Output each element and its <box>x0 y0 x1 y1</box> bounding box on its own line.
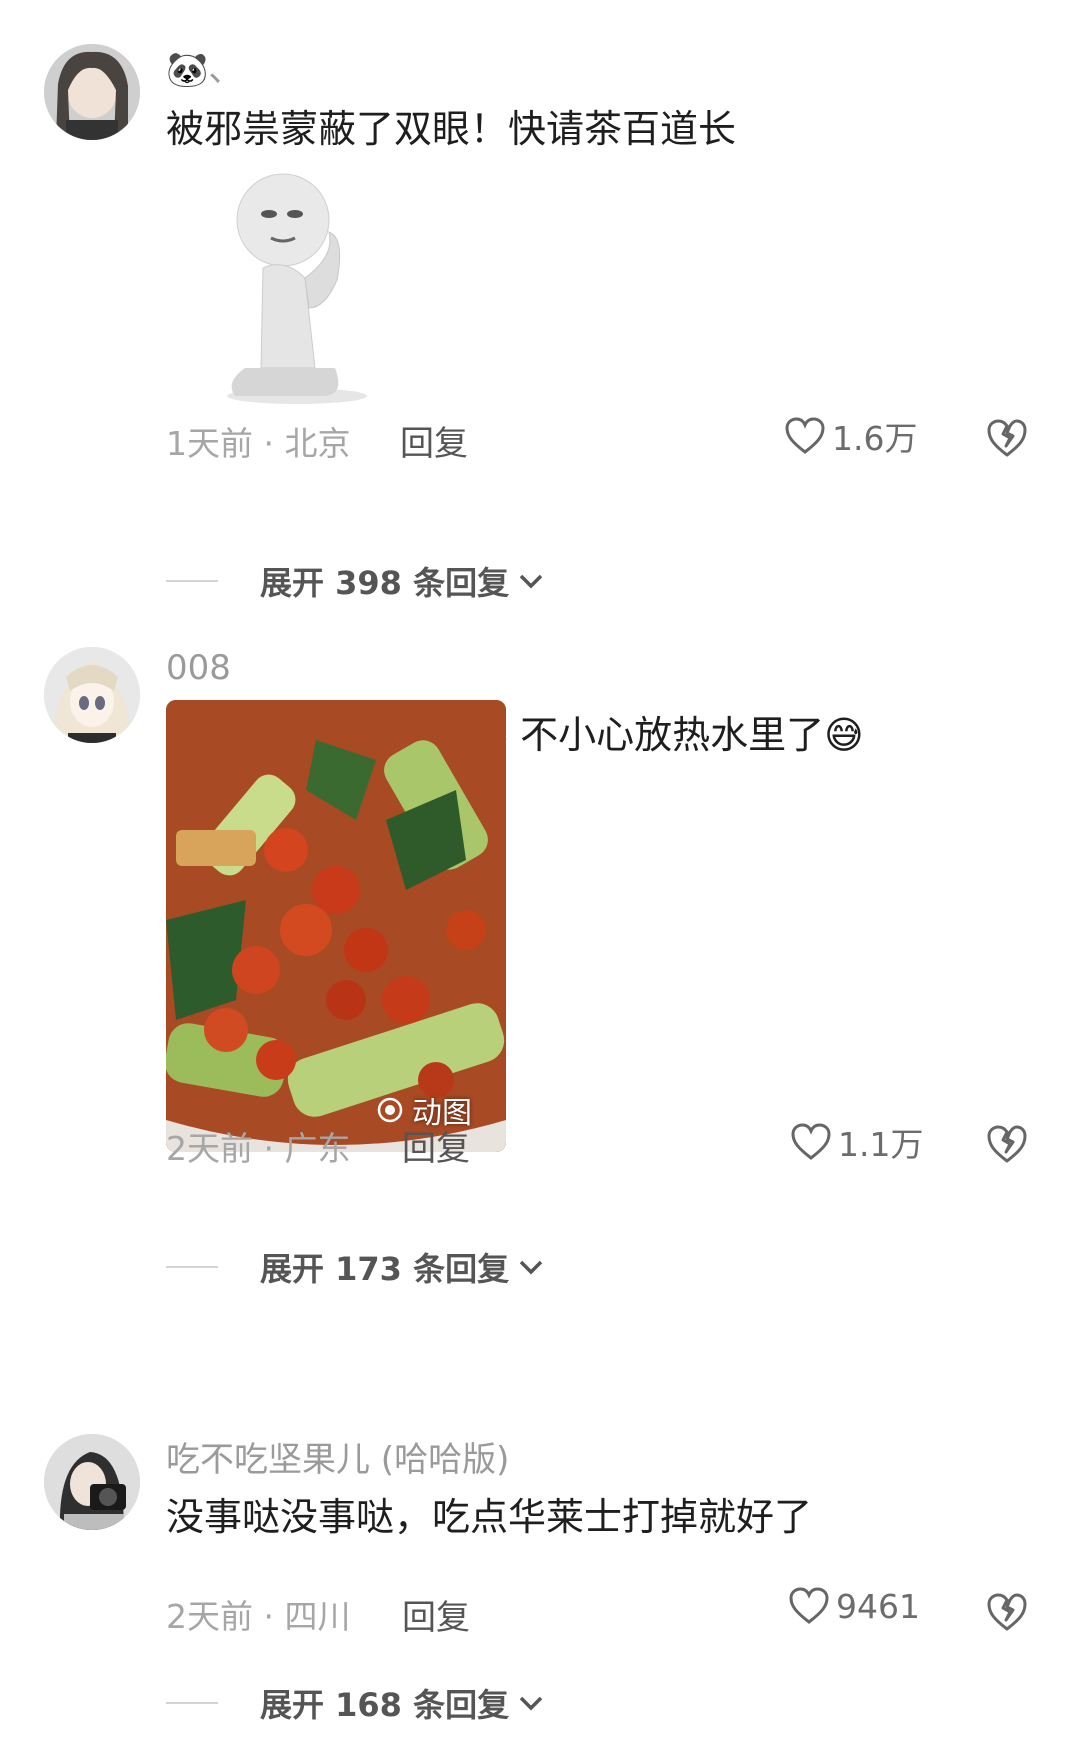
broken-heart-icon[interactable] <box>985 1122 1029 1166</box>
chevron-down-icon <box>519 1696 543 1711</box>
like-count: 1.1万 <box>838 1125 924 1164</box>
broken-heart-icon[interactable] <box>985 416 1029 460</box>
expand-replies-button[interactable]: 展开 173 条回复 <box>166 1244 545 1290</box>
reply-button[interactable]: 回复 <box>402 1121 470 1170</box>
divider <box>166 580 218 582</box>
chevron-down-icon <box>519 1260 543 1275</box>
expand-replies-label: 展开 173 条回复 <box>260 1250 510 1288</box>
expand-replies-button[interactable]: 展开 398 条回复 <box>166 558 545 604</box>
user-avatar[interactable] <box>44 44 140 140</box>
divider <box>166 1266 218 1268</box>
comment-text: 被邪祟蒙蔽了双眼！快请茶百道长 <box>166 107 737 151</box>
user-avatar[interactable] <box>44 647 140 743</box>
heart-icon <box>785 417 825 454</box>
reply-button[interactable]: 回复 <box>400 416 468 465</box>
expand-replies-button[interactable]: 展开 168 条回复 <box>166 1680 545 1726</box>
comment-item: 008 买一斤小龙虾回来养 不小心放热水里了😅 动图 2天前 · 广东 回复 1… <box>0 600 1080 1380</box>
broken-heart-icon[interactable] <box>985 1590 1029 1634</box>
comment-meta: 1天前 · 北京 <box>166 424 351 463</box>
gif-indicator-icon <box>377 1097 403 1123</box>
expand-replies-label: 展开 398 条回复 <box>260 564 510 602</box>
like-button[interactable]: 1.1万 <box>790 1118 923 1166</box>
like-button[interactable]: 1.6万 <box>784 412 917 460</box>
heart-icon <box>791 1123 831 1160</box>
like-button[interactable]: 9461 <box>788 1586 920 1626</box>
user-avatar[interactable] <box>44 1434 140 1530</box>
comment-meta: 2天前 · 广东 <box>166 1129 351 1168</box>
divider <box>166 1702 218 1704</box>
like-count: 9461 <box>836 1586 920 1626</box>
expand-replies-label: 展开 168 条回复 <box>260 1686 510 1724</box>
username[interactable]: 吃不吃坚果儿 (哈哈版) <box>166 1432 509 1481</box>
username[interactable]: 🐼、 <box>166 42 242 91</box>
gif-image[interactable]: 动图 <box>166 700 506 1152</box>
like-count: 1.6万 <box>832 419 918 458</box>
reply-button[interactable]: 回复 <box>402 1590 470 1639</box>
heart-icon <box>789 1587 829 1624</box>
comment-meta: 2天前 · 四川 <box>166 1597 351 1636</box>
comment-item: 🐼、 被邪祟蒙蔽了双眼！快请茶百道长 1天前 · 北京 回复 1.6万 展开 3… <box>0 0 1080 602</box>
comment-item: 吃不吃坚果儿 (哈哈版) 没事哒没事哒，吃点华莱士打掉就好了 2天前 · 四川 … <box>0 1380 1080 1748</box>
chevron-down-icon <box>519 574 543 589</box>
meme-sticker[interactable] <box>205 168 395 408</box>
comment-text: 没事哒没事哒，吃点华莱士打掉就好了 <box>166 1495 813 1539</box>
username[interactable]: 008 <box>166 648 231 688</box>
